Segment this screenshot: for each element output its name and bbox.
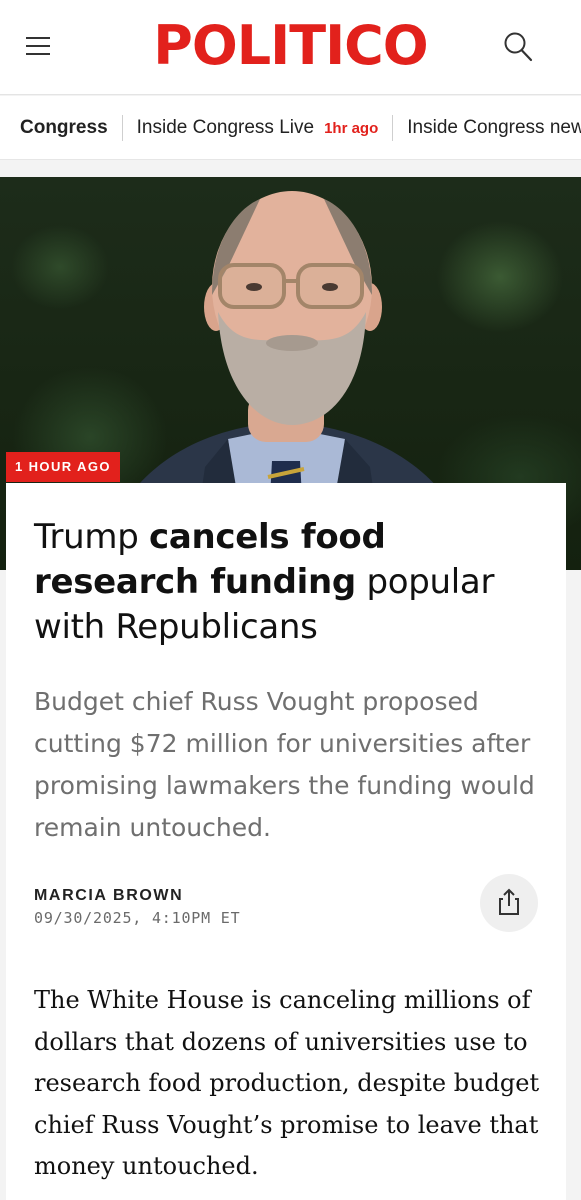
article-headline: Trump cancels food research funding popu… (34, 515, 544, 650)
section-subnav: Congress Inside Congress Live 1hr ago In… (0, 96, 581, 160)
nav-link-inside-congress-news[interactable]: Inside Congress news (407, 117, 581, 139)
nav-divider (121, 115, 123, 141)
share-button[interactable] (480, 874, 538, 932)
site-header: POLITICO (0, 0, 581, 95)
author-byline[interactable]: MARCIA BROWN (34, 887, 183, 905)
search-icon[interactable] (503, 30, 535, 64)
article-dek: Budget chief Russ Vought proposed cuttin… (34, 687, 535, 842)
share-icon (499, 888, 519, 915)
publish-date: 09/30/2025, 4:10PM ET (34, 909, 241, 927)
article-body-paragraph: The White House is canceling millions of… (34, 986, 540, 1180)
headline-lead: Trump (34, 517, 150, 557)
article-card: Trump cancels food research funding popu… (6, 483, 566, 1200)
nav-divider (392, 115, 394, 141)
live-time-badge: 1hr ago (324, 119, 379, 137)
politico-logo[interactable]: POLITICO (0, 14, 581, 78)
nav-section-congress[interactable]: Congress (20, 117, 108, 139)
nav-link-inside-congress-live[interactable]: Inside Congress Live (137, 117, 314, 139)
time-ago-badge: 1 HOUR AGO (6, 452, 120, 482)
